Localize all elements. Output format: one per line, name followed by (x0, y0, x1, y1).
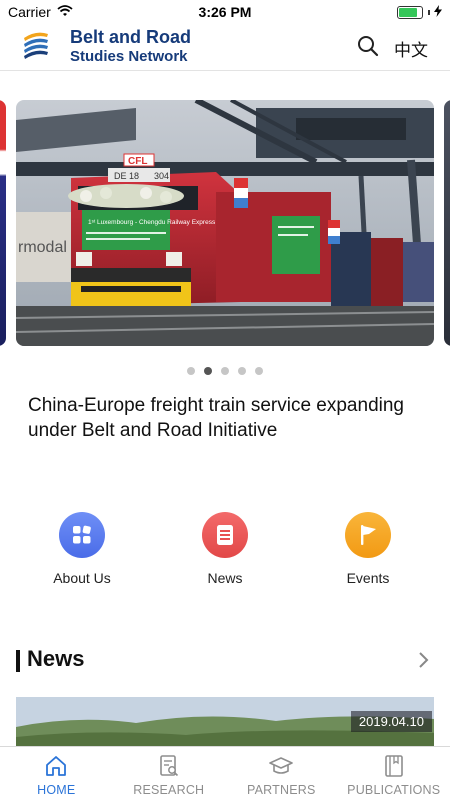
brand-line1: Belt and Road (70, 28, 191, 47)
tab-publications-label: PUBLICATIONS (338, 783, 450, 797)
operator-badge-text: CFL (128, 156, 147, 167)
battery-icon (397, 6, 423, 19)
about-us-button[interactable]: About Us (22, 512, 142, 586)
status-bar: Carrier 3:26 PM (0, 0, 450, 24)
carousel-dots (0, 367, 450, 375)
status-time: 3:26 PM (0, 4, 450, 20)
news-card[interactable]: 2019.04.10 (16, 697, 434, 747)
chevron-right-icon[interactable] (416, 648, 432, 672)
carousel-dot[interactable] (238, 367, 246, 375)
book-icon (382, 754, 406, 778)
tab-partners[interactable]: PARTNERS (225, 747, 338, 801)
about-us-label: About Us (22, 570, 142, 586)
search-icon (356, 34, 380, 58)
tab-partners-label: PARTNERS (225, 783, 338, 797)
events-button[interactable]: Events (308, 512, 428, 586)
carousel-dot[interactable] (255, 367, 263, 375)
tab-home[interactable]: HOME (0, 747, 113, 801)
section-accent-bar (16, 650, 20, 672)
research-icon (157, 754, 181, 778)
grid-icon (59, 512, 105, 558)
tab-research-label: RESEARCH (113, 783, 226, 797)
battery-cap (428, 10, 430, 15)
svg-text:rmodal: rmodal (18, 239, 67, 256)
featured-headline[interactable]: China-Europe freight train service expan… (28, 393, 428, 443)
tab-publications[interactable]: PUBLICATIONS (338, 747, 450, 801)
brand-line2: Studies Network (70, 47, 191, 66)
home-icon (44, 754, 68, 778)
carousel-dot[interactable] (221, 367, 229, 375)
news-date-badge: 2019.04.10 (351, 711, 432, 732)
brbsn-logo-icon[interactable] (20, 28, 52, 62)
loco-number-text: DE 18 (114, 171, 139, 181)
tab-home-label: HOME (0, 783, 113, 797)
news-label: News (165, 570, 285, 586)
news-section-header: News (16, 646, 434, 676)
banner-text: 1ˢᵗ Luxembourg - Chengdu Railway Express (88, 219, 216, 226)
bottom-tab-bar: HOME RESEARCH PARTNERS PUBLICATIONS (0, 746, 450, 801)
hero-carousel[interactable]: rmodal DE 18 304 CFL 1ˢᵗ Luxembourg - Ch… (0, 98, 450, 348)
carousel-dot[interactable] (204, 367, 212, 375)
language-toggle[interactable]: 中文 (394, 36, 428, 61)
events-label: Events (308, 570, 428, 586)
carousel-dot[interactable] (187, 367, 195, 375)
carousel-slide-train[interactable]: rmodal DE 18 304 CFL 1ˢᵗ Luxembourg - Ch… (16, 100, 434, 346)
carousel-next-slide[interactable] (444, 100, 450, 346)
status-right (397, 4, 442, 20)
news-section-title: News (27, 646, 84, 672)
loco-id-text: 304 (154, 171, 169, 181)
flag-icon (345, 512, 391, 558)
search-button[interactable] (356, 34, 380, 58)
brand-title[interactable]: Belt and Road Studies Network (70, 28, 191, 66)
app-header: Belt and Road Studies Network 中文 (0, 24, 450, 71)
document-icon (202, 512, 248, 558)
charging-icon (434, 4, 442, 20)
news-button[interactable]: News (165, 512, 285, 586)
graduation-cap-icon (268, 754, 294, 778)
carousel-prev-slide[interactable] (0, 100, 6, 346)
tab-research[interactable]: RESEARCH (113, 747, 226, 801)
